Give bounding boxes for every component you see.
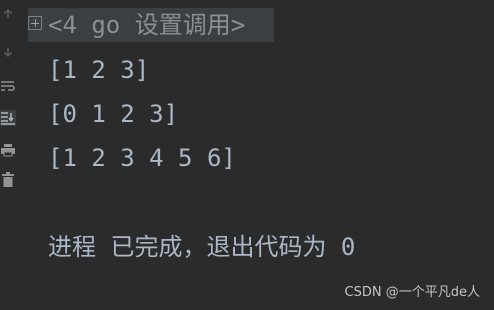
output-line: [0 1 2 3]: [48, 100, 179, 128]
arrow-up-icon[interactable]: [0, 6, 16, 22]
console-toolbar: [0, 0, 18, 310]
output-line: [1 2 3 4 5 6]: [48, 144, 236, 172]
print-icon[interactable]: [0, 142, 16, 158]
arrow-down-icon[interactable]: [0, 44, 16, 60]
output-line: [1 2 3]: [48, 56, 150, 84]
soft-wrap-icon[interactable]: [0, 78, 16, 94]
scroll-to-end-icon[interactable]: [0, 110, 16, 126]
run-console-window: <4 go 设置调用> [1 2 3] [0 1 2 3] [1 2 3 4 5…: [0, 0, 494, 310]
watermark-text: CSDN @一个平凡de人: [344, 285, 480, 300]
exit-message: 进程 已完成，退出代码为 0: [48, 233, 356, 261]
command-line: <4 go 设置调用>: [48, 11, 246, 39]
console-output: <4 go 设置调用> [1 2 3] [0 1 2 3] [1 2 3 4 5…: [26, 0, 494, 310]
expand-fold-icon[interactable]: [28, 16, 42, 30]
trash-icon[interactable]: [0, 172, 16, 188]
